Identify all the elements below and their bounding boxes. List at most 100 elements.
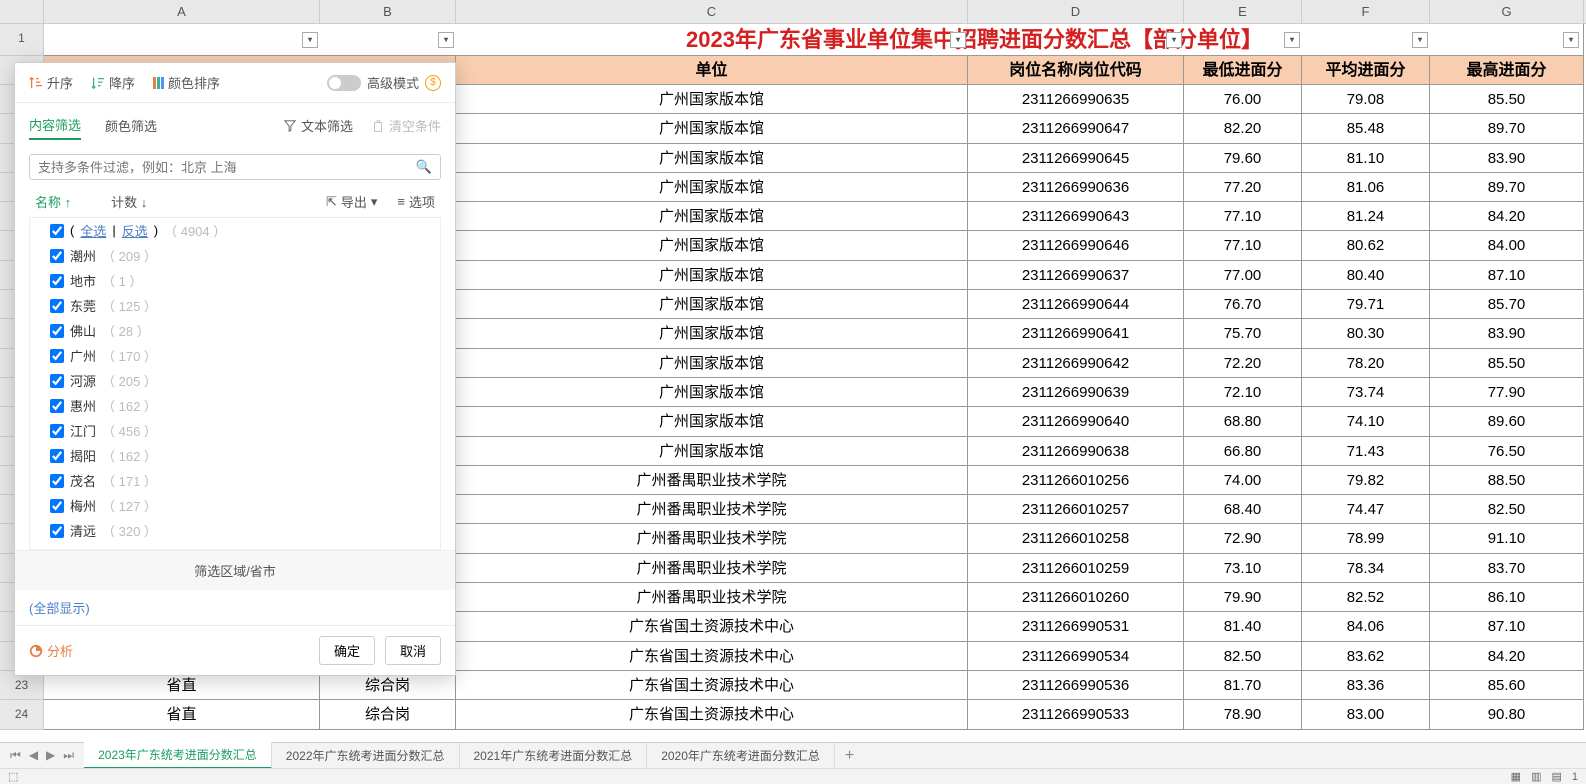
filter-checkbox[interactable] — [50, 374, 64, 388]
sheet-nav-first[interactable]: ⏮ — [10, 748, 21, 763]
filter-dropdown-icon[interactable]: ▾ — [950, 32, 966, 48]
filter-checkbox[interactable] — [50, 299, 64, 313]
grid-icon[interactable]: ▤ — [1551, 770, 1561, 783]
cell-avg[interactable]: 82.52 — [1302, 583, 1430, 612]
cell-avg[interactable]: 79.71 — [1302, 290, 1430, 319]
cell-code[interactable]: 2311266010257 — [968, 495, 1184, 524]
filter-dropdown-icon[interactable]: ▾ — [1166, 32, 1182, 48]
sheet-nav-next[interactable]: ▶ — [46, 748, 55, 763]
select-all-corner[interactable] — [0, 0, 44, 23]
cell-unit[interactable]: 广州国家版本馆 — [456, 85, 968, 114]
sort-desc-button[interactable]: 降序 — [91, 73, 135, 92]
cell-min[interactable]: 77.20 — [1184, 173, 1302, 202]
filter-checkbox[interactable] — [50, 499, 64, 513]
cell-unit[interactable]: 广州国家版本馆 — [456, 407, 968, 436]
options-button[interactable]: ≡ 选项 — [397, 192, 435, 211]
cell-min[interactable]: 75.70 — [1184, 319, 1302, 348]
cell-code[interactable]: 2311266010256 — [968, 466, 1184, 495]
cell-code[interactable]: 2311266990646 — [968, 231, 1184, 260]
sheet-tab[interactable]: 2022年广东统考进面分数汇总 — [272, 743, 460, 768]
cell-code[interactable]: 2311266990534 — [968, 642, 1184, 671]
cell-post[interactable]: 综合岗 — [320, 700, 456, 729]
sheet-tab-active[interactable]: 2023年广东统考进面分数汇总 — [84, 742, 272, 769]
filter-item[interactable]: 梅州 （ 127 ） — [50, 493, 420, 518]
cell-min[interactable]: 81.70 — [1184, 671, 1302, 700]
col-header-d[interactable]: D — [968, 0, 1184, 23]
cell-avg[interactable]: 78.34 — [1302, 554, 1430, 583]
search-input[interactable] — [38, 160, 416, 175]
cell-unit[interactable]: 广州番禺职业技术学院 — [456, 554, 968, 583]
filter-dropdown-icon[interactable]: ▾ — [438, 32, 454, 48]
col-header-e[interactable]: E — [1184, 0, 1302, 23]
filter-item[interactable]: 河源 （ 205 ） — [50, 368, 420, 393]
cell-min[interactable]: 82.50 — [1184, 642, 1302, 671]
cell-max[interactable]: 85.50 — [1430, 349, 1584, 378]
cell-max[interactable]: 84.20 — [1430, 642, 1584, 671]
cell-code[interactable]: 2311266990645 — [968, 144, 1184, 173]
cell-avg[interactable]: 81.24 — [1302, 202, 1430, 231]
tab-content-filter[interactable]: 内容筛选 — [29, 111, 81, 140]
cell-unit[interactable]: 广州国家版本馆 — [456, 261, 968, 290]
filter-checkbox[interactable] — [50, 274, 64, 288]
filter-checkbox[interactable] — [50, 424, 64, 438]
title-cell-a[interactable]: ▾ — [44, 24, 320, 56]
filter-item[interactable]: 广州 （ 170 ） — [50, 343, 420, 368]
cell-unit[interactable]: 广州番禺职业技术学院 — [456, 583, 968, 612]
cell-avg[interactable]: 74.10 — [1302, 407, 1430, 436]
cell-min[interactable]: 77.00 — [1184, 261, 1302, 290]
layout-icon[interactable]: ▥ — [1531, 770, 1541, 783]
cell-unit[interactable]: 广州国家版本馆 — [456, 114, 968, 143]
cell-min[interactable]: 82.20 — [1184, 114, 1302, 143]
cell-avg[interactable]: 84.06 — [1302, 612, 1430, 641]
cell-max[interactable]: 90.80 — [1430, 700, 1584, 729]
filter-dropdown-icon[interactable]: ▾ — [1412, 32, 1428, 48]
filter-item[interactable]: 江门 （ 456 ） — [50, 418, 420, 443]
cell-code[interactable]: 2311266010259 — [968, 554, 1184, 583]
cell-min[interactable]: 74.00 — [1184, 466, 1302, 495]
th-unit[interactable]: 单位 — [456, 56, 968, 85]
clear-conditions-button[interactable]: 清空条件 — [371, 116, 441, 135]
col-header-a[interactable]: A — [44, 0, 320, 23]
cell-unit[interactable]: 广州国家版本馆 — [456, 202, 968, 231]
cell-code[interactable]: 2311266990643 — [968, 202, 1184, 231]
cell-avg[interactable]: 80.62 — [1302, 231, 1430, 260]
cell-province[interactable]: 省直 — [44, 700, 320, 729]
filter-item[interactable]: 揭阳 （ 162 ） — [50, 443, 420, 468]
cell-avg[interactable]: 85.48 — [1302, 114, 1430, 143]
cell-code[interactable]: 2311266990647 — [968, 114, 1184, 143]
select-all-item[interactable]: (全选|反选) （ 4904 ） — [50, 218, 420, 243]
cell-max[interactable]: 83.90 — [1430, 319, 1584, 348]
th-avg[interactable]: 平均进面分 — [1302, 56, 1430, 85]
col-header-f[interactable]: F — [1302, 0, 1430, 23]
cell-unit[interactable]: 广州国家版本馆 — [456, 173, 968, 202]
cell-min[interactable]: 73.10 — [1184, 554, 1302, 583]
cell-max[interactable]: 87.10 — [1430, 612, 1584, 641]
cell-avg[interactable]: 80.30 — [1302, 319, 1430, 348]
cell-max[interactable]: 85.50 — [1430, 85, 1584, 114]
col-header-c[interactable]: C — [456, 0, 968, 23]
filter-item[interactable]: 地市 （ 1 ） — [50, 268, 420, 293]
cell-code[interactable]: 2311266990536 — [968, 671, 1184, 700]
row-header-1[interactable]: 1 — [0, 24, 44, 56]
cell-unit[interactable]: 广州国家版本馆 — [456, 144, 968, 173]
filter-dropdown-icon[interactable]: ▾ — [1284, 32, 1300, 48]
cell-max[interactable]: 87.10 — [1430, 261, 1584, 290]
filter-item[interactable]: 潮州 （ 209 ） — [50, 243, 420, 268]
sort-asc-button[interactable]: 升序 — [29, 73, 73, 92]
cell-max[interactable]: 83.90 — [1430, 144, 1584, 173]
filter-items-list[interactable]: (全选|反选) （ 4904 ） 潮州 （ 209 ） 地市 （ 1 ） 东莞 … — [29, 217, 441, 550]
cell-code[interactable]: 2311266010260 — [968, 583, 1184, 612]
cell-unit[interactable]: 广州国家版本馆 — [456, 319, 968, 348]
cell-max[interactable]: 84.20 — [1430, 202, 1584, 231]
cell-code[interactable]: 2311266990637 — [968, 261, 1184, 290]
filter-item[interactable]: 汕头 （ 491 ） — [50, 543, 420, 550]
filter-dropdown-icon[interactable]: ▾ — [302, 32, 318, 48]
show-all-link[interactable]: (全部显示) — [15, 590, 455, 625]
cell-max[interactable]: 85.60 — [1430, 671, 1584, 700]
count-sort-header[interactable]: 计数 ↓ — [111, 192, 147, 211]
filter-item[interactable]: 茂名 （ 171 ） — [50, 468, 420, 493]
cell-unit[interactable]: 广州国家版本馆 — [456, 437, 968, 466]
filter-checkbox[interactable] — [50, 399, 64, 413]
ok-button[interactable]: 确定 — [319, 636, 375, 665]
cell-avg[interactable]: 74.47 — [1302, 495, 1430, 524]
